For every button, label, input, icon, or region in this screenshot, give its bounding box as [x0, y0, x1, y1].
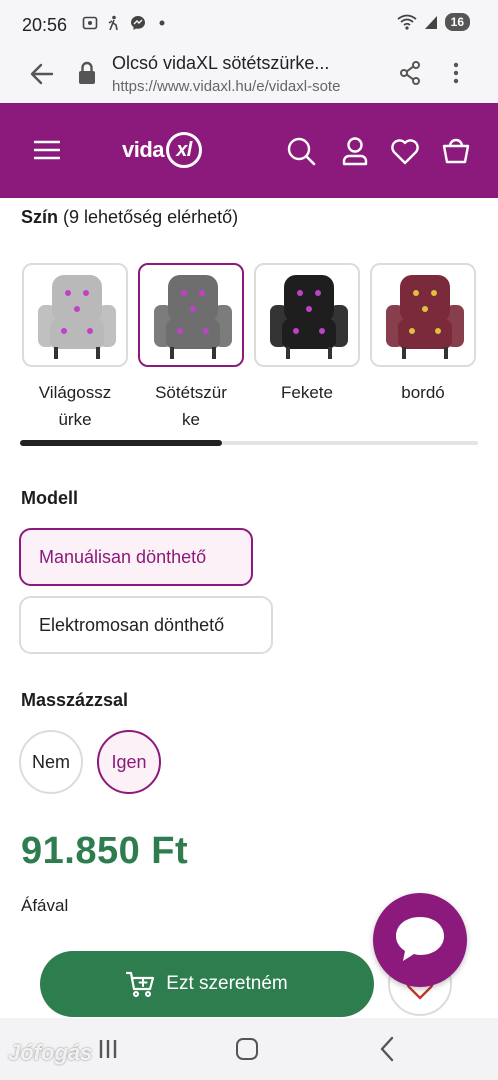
swatch-label: Sötétszür ke [155, 383, 227, 429]
lock-icon[interactable] [76, 60, 98, 86]
wifi-icon [397, 14, 417, 30]
status-bar: 20:56 16 [0, 0, 498, 48]
swatch-image[interactable] [138, 263, 244, 367]
swatch-label: bordó [401, 383, 445, 402]
nav-back-icon[interactable] [378, 1036, 396, 1062]
color-swatches: Világossz ürke Sötétszür ke Fekete bordó [22, 263, 482, 433]
swatch-image[interactable] [22, 263, 128, 367]
chat-button[interactable] [373, 893, 467, 987]
menu-icon[interactable] [34, 139, 60, 161]
swatch-label: Fekete [281, 383, 333, 402]
swatch-burgundy[interactable]: bordó [370, 263, 476, 406]
massage-heading: Masszázzsal [21, 690, 129, 710]
model-heading: Modell [21, 488, 78, 508]
color-label: Szín [21, 207, 59, 227]
screenshot-icon [82, 16, 98, 30]
search-icon[interactable] [286, 136, 316, 166]
cart-add-icon [126, 971, 155, 997]
vidaxl-logo[interactable]: vida xl [122, 127, 203, 173]
walking-person-icon [108, 15, 118, 31]
swatch-image[interactable] [254, 263, 360, 367]
back-arrow-icon[interactable] [28, 60, 56, 88]
color-count: (9 lehetőség elérhető) [63, 207, 239, 227]
status-right: 16 [397, 13, 470, 31]
recliner-chair-image [386, 275, 464, 359]
color-heading: Szín (9 lehetőség elérhető) [21, 207, 238, 228]
notification-icons [82, 15, 170, 31]
add-to-cart-label: Ezt szeretném [166, 973, 288, 994]
home-icon[interactable] [236, 1038, 258, 1060]
option-manual-recline[interactable]: Manuálisan dönthető [19, 528, 253, 586]
recliner-chair-image [154, 275, 232, 359]
page-title[interactable]: Olcsó vidaXL sötétszürke... [112, 53, 372, 74]
option-massage-yes[interactable]: Igen [97, 730, 161, 794]
dot-icon [159, 20, 165, 26]
swatch-image[interactable] [370, 263, 476, 367]
recents-icon[interactable] [96, 1038, 120, 1060]
messenger-icon [131, 16, 145, 30]
share-icon[interactable] [398, 60, 422, 86]
watermark: Jófogás [8, 1040, 93, 1065]
signal-icon [424, 16, 437, 29]
recliner-chair-image [270, 275, 348, 359]
account-icon[interactable] [340, 136, 370, 166]
swatch-light-grey[interactable]: Világossz ürke [22, 263, 128, 433]
cart-icon[interactable] [441, 136, 471, 166]
battery-indicator: 16 [444, 13, 470, 31]
logo-text: vida [122, 137, 165, 162]
price: 91.850 Ft [21, 830, 189, 872]
browser-url-bar: Olcsó vidaXL sötétszürke... https://www.… [0, 48, 498, 103]
more-options-icon[interactable] [446, 60, 466, 86]
add-to-cart-button[interactable]: Ezt szeretném [40, 951, 374, 1017]
page-url[interactable]: https://www.vidaxl.hu/e/vidaxl-sote [112, 78, 380, 95]
logo-mark: xl [166, 132, 203, 168]
chat-icon [396, 917, 444, 961]
heart-icon[interactable] [390, 136, 420, 166]
option-massage-no[interactable]: Nem [19, 730, 83, 794]
status-time: 20:56 [22, 15, 68, 35]
recliner-chair-image [38, 275, 116, 359]
swatch-label: Világossz ürke [38, 383, 112, 429]
swatch-dark-grey[interactable]: Sötétszür ke [138, 263, 244, 433]
option-electric-recline[interactable]: Elektromosan dönthető [19, 596, 273, 654]
swatch-black[interactable]: Fekete [254, 263, 360, 406]
scrollbar-thumb[interactable] [20, 440, 222, 446]
vat-note: Áfával [21, 896, 69, 915]
swatch-scrollbar[interactable] [20, 440, 478, 446]
site-header: vida xl [0, 103, 498, 198]
